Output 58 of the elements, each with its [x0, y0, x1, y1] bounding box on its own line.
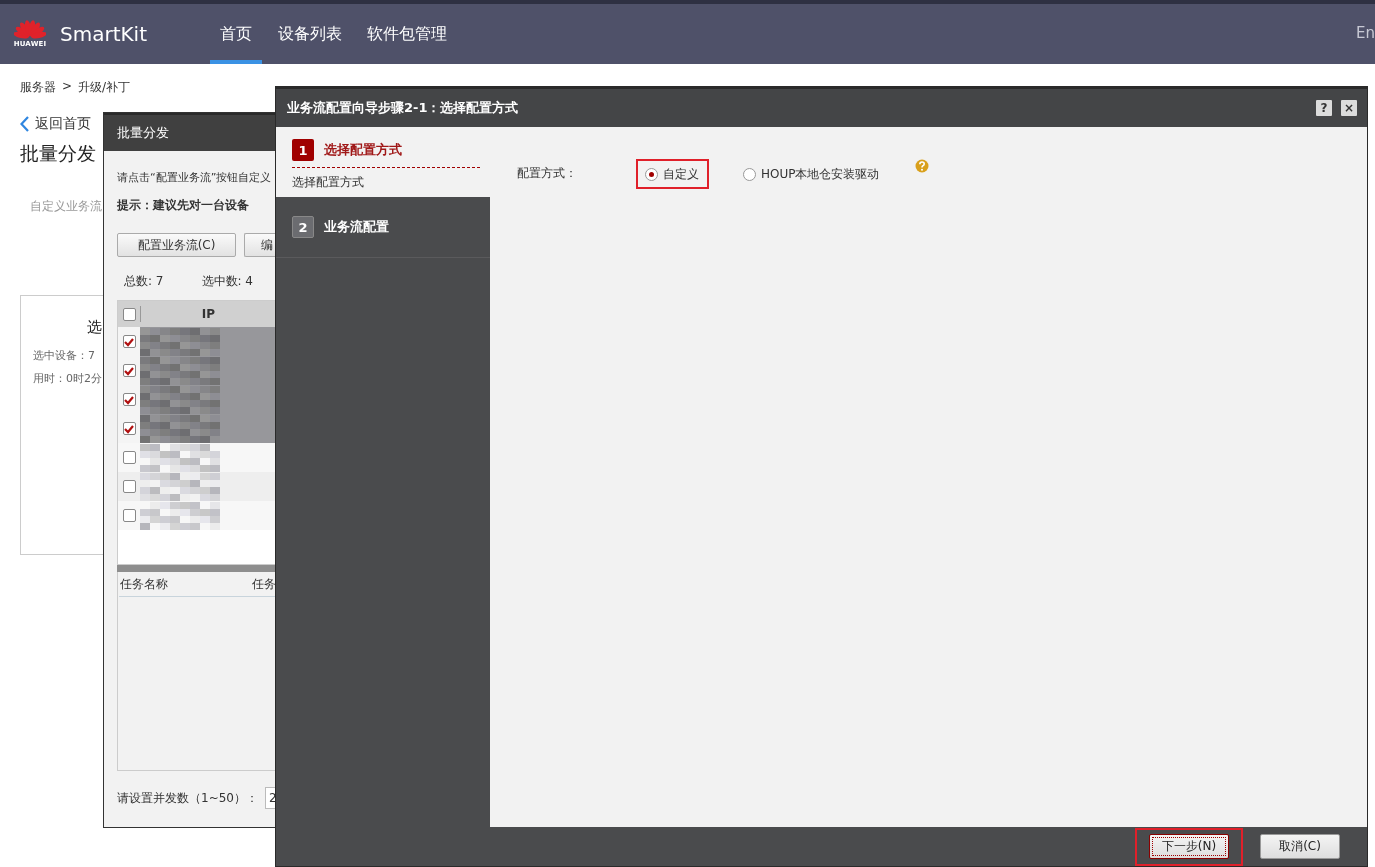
wizard-step[interactable]: 2 业务流配置	[276, 197, 490, 258]
step-title: 选择配置方式	[324, 141, 402, 159]
dialog-title: 业务流配置向导步骤2-1：选择配置方式	[287, 99, 520, 117]
table-row[interactable]	[118, 385, 275, 414]
page-title: 批量分发	[20, 141, 96, 166]
breadcrumb-separator: >	[62, 79, 73, 95]
step-number: 2	[292, 216, 314, 238]
field-label: 请设置并发数（1~50）：	[117, 789, 258, 807]
toolbar-button[interactable]: 配置业务流(C)	[117, 233, 236, 257]
breadcrumb-item[interactable]: 升级/补丁	[78, 79, 131, 96]
description-text: 自定义业务流	[30, 198, 102, 215]
checkbox[interactable]	[122, 451, 136, 464]
table-row[interactable]	[118, 327, 275, 356]
selected-count: 选中数: 4	[201, 273, 253, 290]
checkbox[interactable]	[122, 509, 136, 522]
radio-label[interactable]: 自定义	[663, 165, 699, 183]
nav-tab[interactable]: 软件包管理	[358, 4, 456, 64]
card-text: 用时：0时2分	[33, 371, 102, 386]
step-number: 1	[292, 139, 314, 161]
field-label: 配置方式：	[517, 166, 577, 180]
breadcrumb-item[interactable]: 服务器	[20, 79, 56, 96]
dialog-title: 批量分发	[117, 124, 169, 142]
card-title: 选	[87, 318, 102, 337]
flower-logo-icon	[14, 20, 46, 40]
card-text: 选中设备：7	[33, 348, 95, 363]
table-row[interactable]	[118, 414, 275, 443]
language-label: En	[1356, 24, 1375, 42]
total-count: 总数: 7	[124, 273, 164, 290]
chevron-left-icon	[20, 116, 29, 132]
column-header: 任务	[252, 576, 275, 593]
radio-label[interactable]: HOUP本地仓安装驱动	[761, 165, 880, 183]
back-link[interactable]: 返回首页	[20, 115, 100, 133]
column-header: IP	[200, 307, 217, 321]
nav-tab[interactable]: 设备列表	[269, 4, 351, 64]
hint-text: 提示：建议先对一台设备	[117, 197, 249, 214]
step-title: 业务流配置	[324, 218, 389, 236]
toolbar-button[interactable]: 编	[244, 233, 275, 257]
checkbox[interactable]	[122, 364, 136, 377]
footer-button[interactable]: 下一步(N)	[1149, 834, 1229, 859]
checkbox[interactable]	[122, 393, 136, 406]
radio-option[interactable]: HOUP本地仓安装驱动	[734, 159, 890, 189]
radio-button[interactable]	[743, 167, 756, 181]
footer-button[interactable]: 取消(C)	[1260, 834, 1340, 859]
app-name: SmartKit	[60, 22, 148, 46]
help-icon	[914, 159, 929, 173]
substep-item[interactable]: 选择配置方式	[292, 175, 364, 189]
instruction-text: 请点击“配置业务流”按钮自定义	[117, 170, 272, 185]
checkbox[interactable]	[122, 480, 136, 493]
table-row[interactable]	[118, 356, 275, 385]
radio-button[interactable]	[645, 167, 658, 181]
wizard-step[interactable]: 1 选择配置方式 选择配置方式	[276, 127, 490, 197]
close-button[interactable]: ×	[1341, 100, 1357, 116]
checkbox[interactable]	[122, 422, 136, 435]
column-header: 任务名称	[120, 576, 168, 593]
checkbox[interactable]	[122, 335, 136, 348]
help-button[interactable]: ?	[1316, 100, 1332, 116]
nav-tab[interactable]: 首页	[210, 4, 262, 64]
checkbox[interactable]	[122, 307, 136, 321]
